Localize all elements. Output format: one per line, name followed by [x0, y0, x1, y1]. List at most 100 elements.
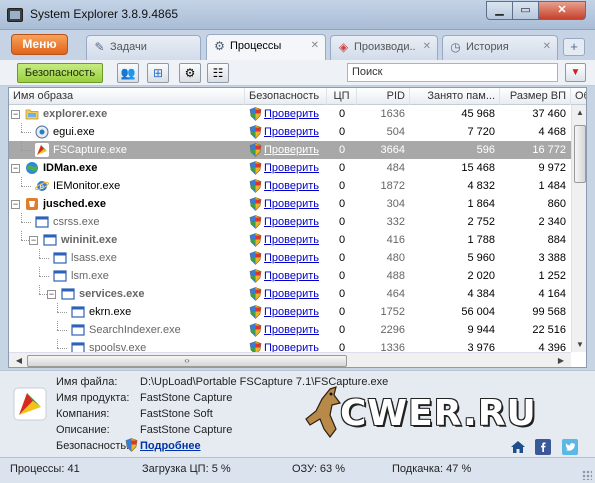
- tab-tasks[interactable]: ✎ Задачи: [86, 35, 201, 60]
- check-link[interactable]: Проверить: [264, 123, 326, 141]
- menu-button[interactable]: Меню: [11, 34, 68, 55]
- table-row[interactable]: e IEMonitor.exe Проверить 0 1872 4 832 1 484: [9, 177, 571, 195]
- tab-history[interactable]: ◷ История ✕: [442, 35, 558, 60]
- cpu-value: 0: [338, 144, 346, 156]
- company-value: FastStone Soft: [140, 408, 213, 420]
- column-header-pid[interactable]: PID: [357, 88, 410, 105]
- chevron-down-icon: ▼: [570, 67, 581, 78]
- check-link[interactable]: Проверить: [264, 195, 326, 213]
- add-tab-button[interactable]: +: [563, 38, 585, 56]
- scroll-right-icon[interactable]: ▶: [553, 356, 569, 365]
- memory-value: 9 944: [467, 324, 495, 336]
- tasks-icon: ✎: [94, 40, 105, 54]
- globe-icon: [25, 161, 39, 175]
- process-name: csrss.exe: [53, 216, 100, 228]
- tree-line: [57, 339, 58, 348]
- vertical-scroll-thumb[interactable]: [574, 125, 586, 183]
- memory-value: 56 004: [461, 306, 495, 318]
- check-link[interactable]: Проверить: [264, 267, 326, 285]
- table-row[interactable]: lsass.exe Проверить 0 480 5 960 3 388: [9, 249, 571, 267]
- table-row[interactable]: − services.exe Проверить 0 464 4 384 4 164: [9, 285, 571, 303]
- table-row[interactable]: ekrn.exe Проверить 0 1752 56 004 99 568: [9, 303, 571, 321]
- resize-grip[interactable]: [582, 470, 592, 480]
- check-link[interactable]: Проверить: [264, 321, 326, 339]
- check-link[interactable]: Проверить: [264, 105, 326, 123]
- scroll-up-icon[interactable]: ▲: [572, 108, 586, 117]
- tab-processes[interactable]: ⚙ Процессы ✕: [206, 34, 326, 60]
- search-input[interactable]: Поиск: [347, 63, 558, 82]
- check-link[interactable]: Проверить: [264, 213, 326, 231]
- table-row[interactable]: egui.exe Проверить 0 504 7 720 4 468: [9, 123, 571, 141]
- table-row[interactable]: − jusched.exe Проверить 0 304 1 864 860: [9, 195, 571, 213]
- scroll-left-icon[interactable]: ◀: [11, 356, 27, 365]
- close-tab-icon[interactable]: ✕: [423, 36, 431, 58]
- memory-value: 15 468: [461, 162, 495, 174]
- more-details-link-text[interactable]: Подробнее: [140, 440, 201, 452]
- vertical-scrollbar[interactable]: ▲ ▼: [571, 105, 586, 352]
- pid-value: 2296: [380, 324, 405, 336]
- more-details-link[interactable]: Подробнее: [140, 439, 201, 454]
- check-link[interactable]: Проверить: [264, 231, 326, 249]
- facebook-icon[interactable]: [535, 439, 551, 455]
- tab-label: История: [466, 41, 509, 53]
- column-header-security[interactable]: Безопасность: [245, 88, 327, 105]
- settings-button[interactable]: ⚙: [179, 63, 201, 83]
- column-header-cpu[interactable]: ЦП: [327, 88, 357, 105]
- status-processes: Процессы: 41: [10, 463, 80, 475]
- status-cpu-load: Загрузка ЦП: 5 %: [142, 463, 231, 475]
- security-shield-icon: [249, 269, 262, 283]
- check-link[interactable]: Проверить: [264, 249, 326, 267]
- tab-performance[interactable]: ◈ Производи... ✕: [330, 35, 438, 60]
- security-shield-icon: [249, 197, 262, 211]
- table-row[interactable]: − wininit.exe Проверить 0 416 1 788 884: [9, 231, 571, 249]
- check-link[interactable]: Проверить: [264, 177, 326, 195]
- close-tab-icon[interactable]: ✕: [311, 35, 319, 57]
- column-header-memory[interactable]: Занято пам...: [410, 88, 500, 105]
- product-name-label: Имя продукта:: [56, 392, 130, 404]
- table-row[interactable]: SearchIndexer.exe Проверить 0 2296 9 944 22 5…: [9, 321, 571, 339]
- close-button[interactable]: ✕: [538, 1, 586, 20]
- cpu-value: 0: [338, 252, 346, 264]
- column-header-extra[interactable]: Об: [571, 88, 586, 105]
- scroll-down-icon[interactable]: ▼: [572, 340, 586, 349]
- column-header-image-name[interactable]: Имя образа: [9, 88, 245, 105]
- close-tab-icon[interactable]: ✕: [543, 36, 551, 58]
- collapse-toggle[interactable]: −: [29, 236, 38, 245]
- processes-gear-icon: ⚙: [214, 39, 225, 53]
- column-header-vm-size[interactable]: Размер ВП: [500, 88, 571, 105]
- maximize-button[interactable]: ▭: [512, 1, 539, 20]
- horizontal-scrollbar[interactable]: ◀ ‹› ▶: [9, 352, 571, 367]
- collapse-toggle[interactable]: −: [11, 110, 20, 119]
- windows-button[interactable]: ⊞: [147, 63, 169, 83]
- vm-size-value: 2 340: [538, 216, 566, 228]
- twitter-icon[interactable]: [562, 439, 578, 455]
- table-row[interactable]: FSCapture.exe Проверить 0 3664 596 16 772: [9, 141, 571, 159]
- check-link[interactable]: Проверить: [264, 303, 326, 321]
- users-button[interactable]: 👥: [117, 63, 139, 83]
- memory-value: 4 384: [467, 288, 495, 300]
- history-clock-icon: ◷: [450, 40, 461, 54]
- check-link[interactable]: Проверить: [264, 141, 326, 159]
- tree-view-button[interactable]: ☷: [207, 63, 229, 83]
- security-shield-icon: [249, 107, 262, 121]
- pid-value: 332: [386, 216, 405, 228]
- table-row[interactable]: − IDMan.exe Проверить 0 484 15 468 9 972: [9, 159, 571, 177]
- vm-size-value: 37 460: [532, 108, 566, 120]
- search-options-button[interactable]: ▼: [565, 63, 586, 82]
- vm-size-value: 22 516: [532, 324, 566, 336]
- process-name: ekrn.exe: [89, 306, 132, 318]
- horizontal-scroll-thumb[interactable]: ‹›: [27, 355, 347, 367]
- home-icon[interactable]: [510, 439, 526, 455]
- collapse-toggle[interactable]: −: [47, 290, 56, 299]
- collapse-toggle[interactable]: −: [11, 200, 20, 209]
- process-name: IEMonitor.exe: [53, 180, 121, 192]
- check-link[interactable]: Проверить: [264, 285, 326, 303]
- collapse-toggle[interactable]: −: [11, 164, 20, 173]
- table-row[interactable]: lsm.exe Проверить 0 488 2 020 1 252: [9, 267, 571, 285]
- table-row[interactable]: csrss.exe Проверить 0 332 2 752 2 340: [9, 213, 571, 231]
- window-process-icon: [53, 269, 67, 283]
- minimize-button[interactable]: ▁: [486, 1, 513, 20]
- table-row[interactable]: − explorer.exe Проверить 0 1636 45 968 37 460: [9, 105, 571, 123]
- check-link[interactable]: Проверить: [264, 159, 326, 177]
- security-button[interactable]: Безопасность: [17, 63, 103, 83]
